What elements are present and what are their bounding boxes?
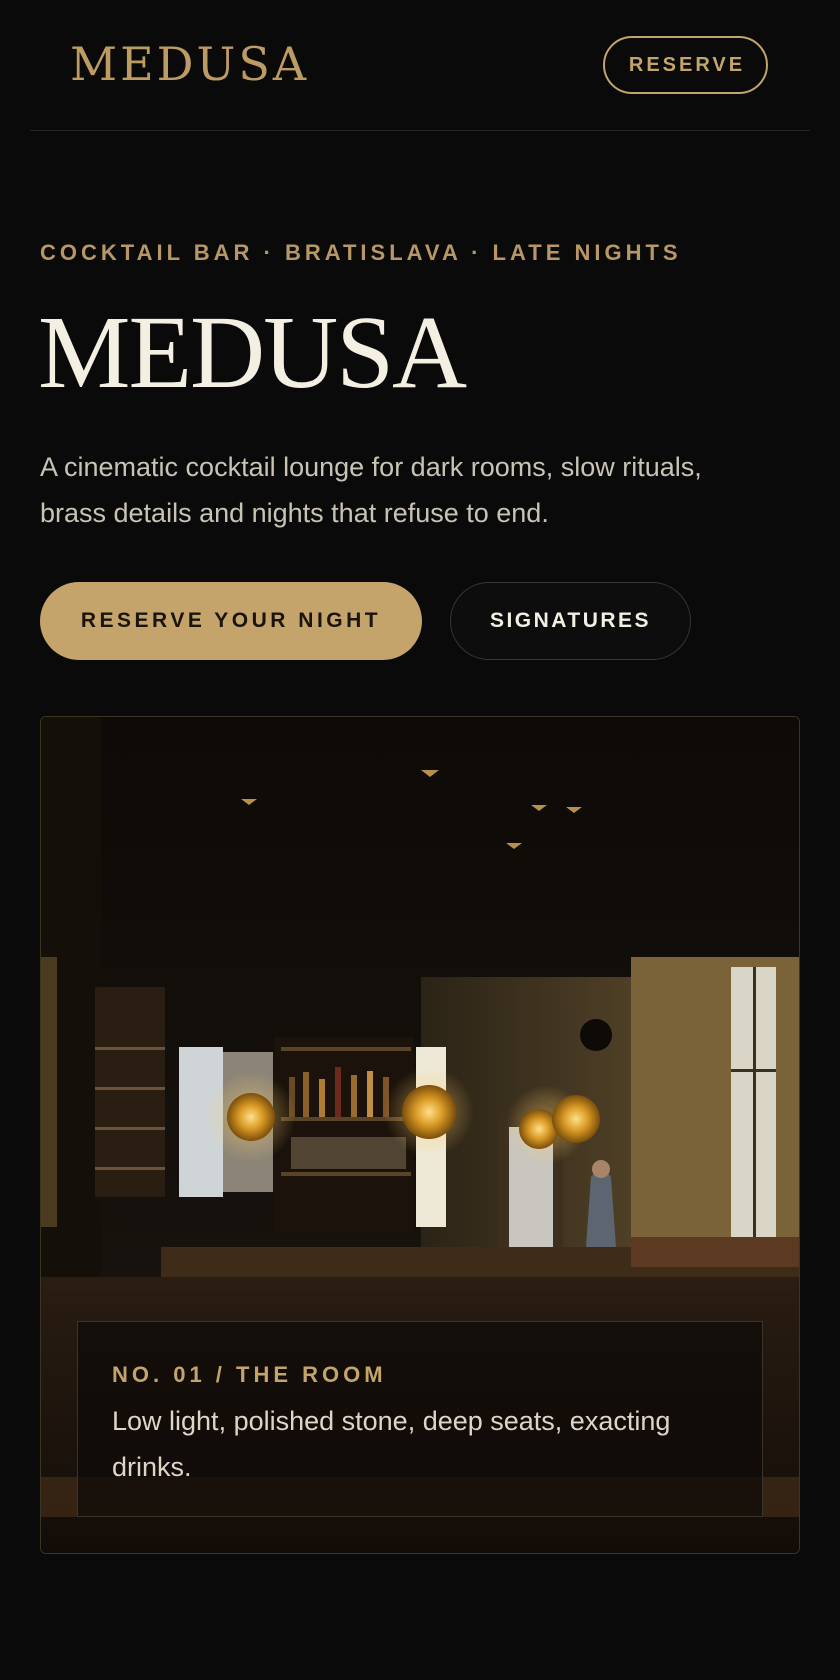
bar-interior-photo-card: NO. 01 / THE ROOM Low light, polished st… bbox=[40, 716, 800, 1554]
site-header: MEDUSA RESERVE bbox=[30, 0, 810, 131]
caption-text: Low light, polished stone, deep seats, e… bbox=[112, 1406, 671, 1482]
hero-title: MEDUSA bbox=[38, 295, 467, 410]
reserve-your-night-button[interactable]: RESERVE YOUR NIGHT bbox=[40, 582, 422, 660]
caption-kicker: NO. 01 / THE ROOM bbox=[112, 1362, 387, 1387]
reserve-button[interactable]: RESERVE bbox=[603, 36, 768, 94]
brand-logo[interactable]: MEDUSA bbox=[70, 34, 309, 94]
room-caption-card: NO. 01 / THE ROOM Low light, polished st… bbox=[77, 1321, 763, 1517]
hero-description: A cinematic cocktail lounge for dark roo… bbox=[40, 452, 702, 528]
hero-eyebrow: COCKTAIL BAR · BRATISLAVA · LATE NIGHTS bbox=[40, 240, 682, 265]
signatures-button[interactable]: SIGNATURES bbox=[450, 582, 691, 660]
